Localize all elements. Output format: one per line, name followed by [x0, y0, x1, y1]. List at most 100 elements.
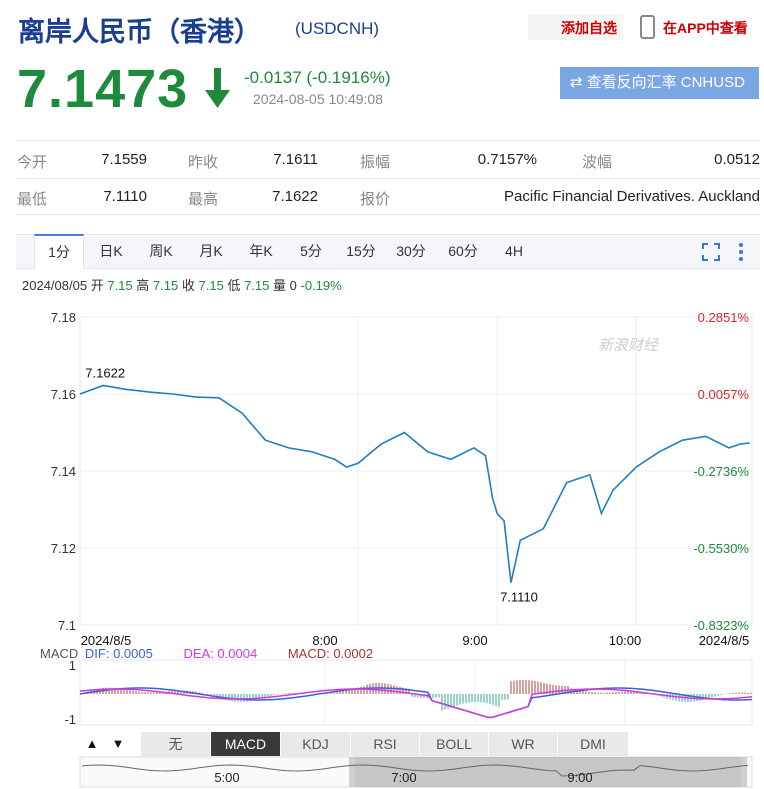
- percent-tick-label: 0.2851%: [698, 310, 750, 325]
- stat-value: Pacific Financial Derivatives. Auckland: [504, 188, 760, 205]
- tab-1min[interactable]: 1分: [34, 234, 84, 269]
- ohlc-info: 2024/08/05 开 7.15 高 7.15 收 7.15 低 7.15 量…: [22, 275, 342, 294]
- percent-tick-label: -0.8323%: [693, 618, 749, 633]
- tab-15min[interactable]: 15分: [338, 235, 384, 268]
- stat-value: 0.0512: [714, 151, 760, 168]
- price-chart[interactable]: 新浪财经 7.18 7.16 7.14 7.12 7.1 0.2851% 0.0057% -…: [0, 300, 764, 789]
- stat-value: 7.1622: [272, 188, 318, 205]
- watermark: 新浪财经: [598, 337, 660, 354]
- y-tick-label: 7.16: [51, 387, 76, 402]
- ohlc-high: 7.15: [152, 278, 179, 293]
- add-favorite-label: 添加自选: [561, 20, 617, 36]
- ohlc-open: 7.15: [107, 278, 133, 293]
- divider: [16, 178, 760, 179]
- y-tick-label: 7.12: [51, 541, 76, 556]
- macd-panel: 1-1: [64, 658, 753, 727]
- stat-label: 今开: [17, 154, 48, 171]
- reverse-rate-button[interactable]: ⇄ 查看反向汇率 CNHUSD: [560, 67, 759, 99]
- x-tick-label: 10:00: [609, 633, 642, 648]
- ohlc-volume-label: 量: [273, 278, 287, 293]
- stat-label: 报价: [360, 191, 391, 208]
- ohlc-date: 2024/08/05: [22, 278, 88, 293]
- high-annotation: 7.1622: [85, 366, 125, 381]
- chart-grid: [79, 316, 753, 626]
- tab-4h[interactable]: 4H: [492, 235, 536, 268]
- view-in-app-label: 在APP中查看: [663, 20, 748, 36]
- macd-legend-dif: DIF: 0.0005: [84, 646, 153, 661]
- reverse-rate-label: 查看反向汇率 CNHUSD: [586, 74, 745, 91]
- indicator-kdj[interactable]: KDJ: [281, 732, 351, 756]
- period-tab-bar: 1分 日K 周K 月K 年K 5分 15分 30分 60分 4H: [16, 234, 760, 269]
- navigator-label: 7:00: [391, 770, 416, 785]
- symbol-code: (USDCNH): [295, 19, 380, 38]
- x-tick-label: 2024/8/5: [699, 633, 750, 648]
- stat-value: 7.1611: [273, 151, 318, 168]
- macd-legend-name: MACD: [40, 646, 79, 661]
- navigator-handle-left: [349, 757, 355, 787]
- macd-legend-macd: MACD: 0.0002: [287, 646, 374, 661]
- prev-button[interactable]: ▲: [80, 732, 104, 756]
- tab-30min[interactable]: 30分: [388, 235, 434, 268]
- tab-monthly[interactable]: 月K: [188, 235, 234, 268]
- macd-legend-dea: DEA: 0.0004: [183, 646, 258, 661]
- stat-label: 波幅: [582, 154, 613, 171]
- fullscreen-icon[interactable]: [702, 243, 720, 261]
- y-axis-ticks: 7.18 7.16 7.14 7.12 7.1: [51, 310, 76, 633]
- indicator-macd[interactable]: MACD: [211, 732, 281, 756]
- more-icon[interactable]: [735, 242, 747, 262]
- ohlc-close-label: 收: [181, 278, 195, 293]
- price-line: [79, 384, 750, 583]
- ohlc-open-label: 开: [90, 278, 104, 293]
- stat-label: 昨收: [188, 154, 219, 171]
- next-button[interactable]: ▼: [106, 732, 130, 756]
- indicator-none[interactable]: 无: [141, 732, 211, 756]
- current-price: 7.1473: [17, 59, 189, 119]
- navigator-label: 9:00: [567, 770, 592, 785]
- ohlc-low: 7.15: [244, 278, 270, 293]
- x-tick-label: 9:00: [462, 633, 487, 648]
- divider: [16, 214, 760, 215]
- percent-tick-label: -0.2736%: [693, 464, 749, 479]
- navigator-handle-right: [741, 757, 747, 787]
- stat-label: 最高: [188, 191, 219, 208]
- indicator-wr[interactable]: WR: [489, 732, 558, 756]
- indicator-rsi[interactable]: RSI: [351, 732, 420, 756]
- tab-yearly[interactable]: 年K: [238, 235, 284, 268]
- navigator-panel: 5:00 7:00 9:00: [79, 756, 753, 788]
- ohlc-change: -0.19%: [300, 278, 342, 293]
- stat-label: 最低: [17, 191, 48, 208]
- ohlc-volume: 0: [289, 278, 297, 293]
- macd-tick-label: -1: [64, 712, 76, 727]
- stat-value: 7.1110: [103, 188, 147, 205]
- tab-60min[interactable]: 60分: [438, 235, 488, 268]
- swap-icon: ⇄: [570, 74, 583, 91]
- navigator-label: 5:00: [214, 770, 239, 785]
- percent-axis-ticks: 0.2851% 0.0057% -0.2736% -0.5530% -0.8323%: [693, 310, 749, 633]
- percent-tick-label: 0.0057%: [698, 387, 750, 402]
- quote-timestamp: 2024-08-05 10:49:08: [253, 91, 383, 107]
- add-favorite-button[interactable]: 添加自选: [528, 14, 623, 40]
- indicator-boll[interactable]: BOLL: [420, 732, 489, 756]
- y-tick-label: 7.1: [58, 618, 76, 633]
- macd-legend: MACD DIF: 0.0005 DEA: 0.0004 MACD: 0.000…: [40, 646, 373, 661]
- ohlc-close: 7.15: [198, 278, 224, 293]
- stat-value: 0.7157%: [477, 151, 537, 168]
- stat-label: 振幅: [360, 154, 391, 171]
- indicator-dmi[interactable]: DMI: [558, 732, 629, 756]
- annotations: 7.1622 7.1110: [85, 366, 538, 605]
- ohlc-high-label: 高: [136, 278, 150, 293]
- percent-tick-label: -0.5530%: [693, 541, 749, 556]
- tab-weekly[interactable]: 周K: [138, 235, 184, 268]
- stat-value: 7.1559: [101, 151, 147, 168]
- phone-icon: [640, 15, 655, 39]
- low-annotation: 7.1110: [500, 590, 538, 605]
- ohlc-low-label: 低: [227, 278, 241, 293]
- y-tick-label: 7.14: [51, 464, 76, 479]
- down-arrow-icon: [205, 68, 230, 108]
- page-title: 离岸人民币（香港）: [18, 17, 261, 47]
- tab-5min[interactable]: 5分: [288, 235, 334, 268]
- price-change: -0.0137 (-0.1916%): [244, 68, 391, 87]
- y-tick-label: 7.18: [51, 310, 76, 325]
- tab-daily[interactable]: 日K: [88, 235, 134, 268]
- divider: [16, 140, 760, 141]
